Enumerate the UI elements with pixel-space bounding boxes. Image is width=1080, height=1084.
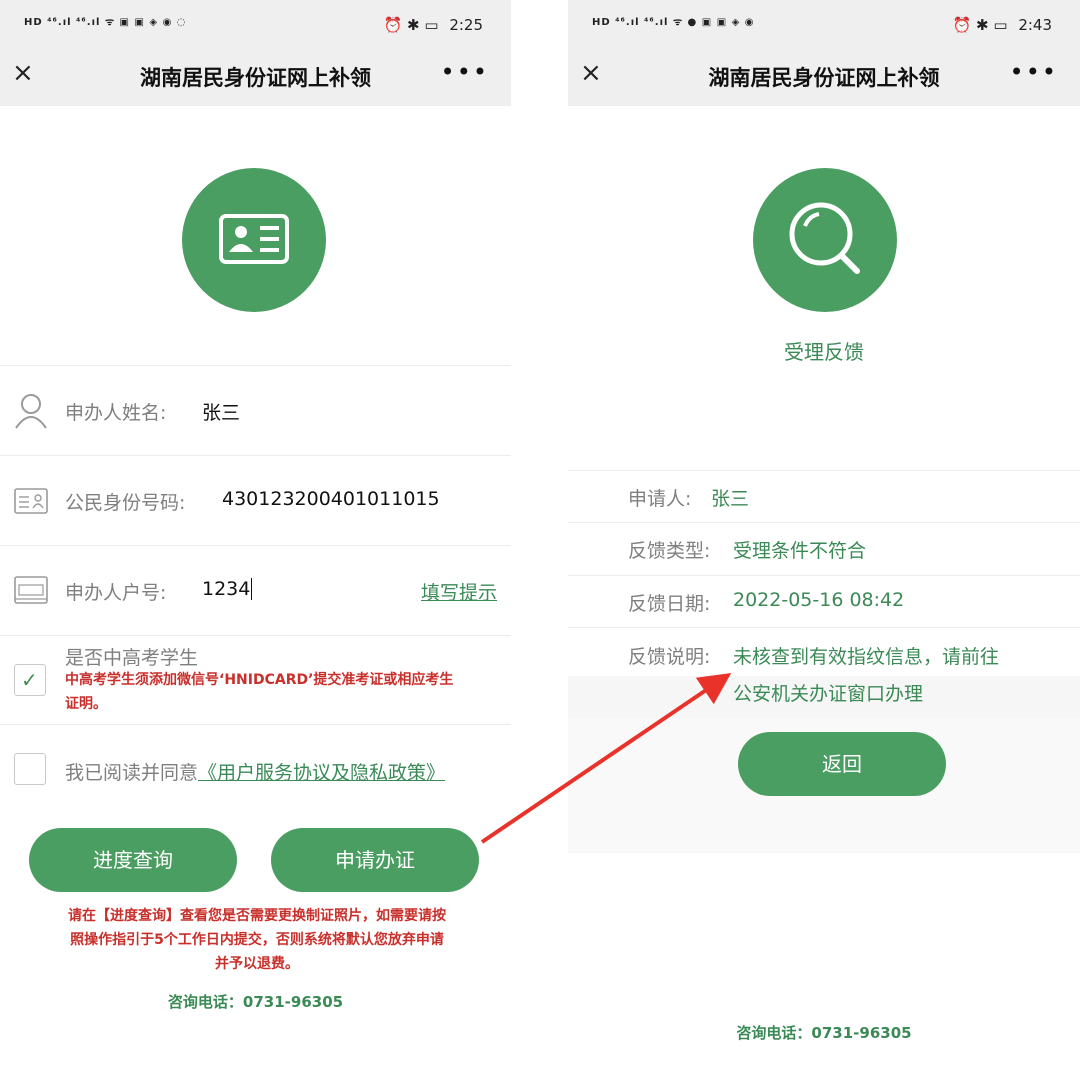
title-bar: × 湖南居民身份证网上补领 ••• (0, 52, 511, 106)
status-time: 2:43 (1018, 16, 1052, 34)
agreement-link[interactable]: 《用户服务协议及隐私政策》 (198, 762, 445, 784)
agreement-checkbox[interactable] (14, 753, 46, 785)
divider (568, 470, 1080, 471)
notice-line: 请在【进度查询】查看您是否需要更换制证照片，如需要请按 (68, 908, 446, 924)
applicant-name-input[interactable]: 张三 (202, 398, 240, 425)
status-icons-right: ⏰ ✱ ▭ 2:25 (384, 16, 483, 34)
feedback-date-label: 反馈日期: (628, 593, 711, 615)
feedback-desc-line: 公安机关办证窗口办理 (733, 683, 924, 705)
status-time: 2:25 (449, 16, 483, 34)
feedback-date-value: 2022-05-16 08:42 (733, 589, 905, 611)
notice-line: 照操作指引于5个工作日内提交，否则系统将默认您放弃申请 (70, 932, 444, 948)
consult-phone[interactable]: 咨询电话：0731-96305 (568, 1022, 1080, 1043)
applicant-name-label: 申办人姓名: (65, 402, 167, 424)
status-bar: HD ⁴⁶.ıl ⁴⁶.ıl ᯤ ▣ ▣ ◈ ◉ ◌ ⏰ ✱ ▭ 2:25 (0, 0, 511, 52)
divider (0, 455, 511, 456)
consult-phone[interactable]: 咨询电话：0731-96305 (0, 991, 511, 1012)
divider (568, 627, 1080, 628)
student-question-label: 是否中高考学生 (65, 647, 199, 669)
student-checkbox[interactable]: ✓ (14, 664, 46, 696)
left-phone-screen: HD ⁴⁶.ıl ⁴⁶.ıl ᯤ ▣ ▣ ◈ ◉ ◌ ⏰ ✱ ▭ 2:25 × … (0, 0, 511, 1084)
divider (0, 635, 511, 636)
notice-line: 并予以退费。 (215, 956, 299, 972)
checkmark-icon: ✓ (21, 668, 38, 692)
title-bar: × 湖南居民身份证网上补领 ••• (568, 52, 1080, 106)
id-card-badge (182, 168, 326, 312)
status-system-icons: ⏰ ✱ ▭ (383, 16, 439, 34)
feedback-type-label: 反馈类型: (628, 540, 711, 562)
household-number-input[interactable]: 1234 (202, 578, 253, 600)
id-card-small-icon (14, 488, 48, 514)
divider (568, 575, 1080, 576)
right-phone-screen: HD ⁴⁶.ıl ⁴⁶.ıl ᯤ ● ▣ ▣ ◈ ◉ ⏰ ✱ ▭ 2:43 × … (568, 0, 1080, 1084)
apply-button[interactable]: 申请办证 (271, 828, 479, 892)
feedback-heading: 受理反馈 (784, 340, 864, 364)
progress-query-button[interactable]: 进度查询 (29, 828, 237, 892)
user-icon (15, 394, 47, 429)
applicant-label: 申请人: (628, 488, 692, 510)
id-number-input[interactable]: 430123200401011015 (222, 488, 440, 510)
fill-hint-link[interactable]: 填写提示 (421, 578, 497, 605)
household-register-icon (14, 576, 48, 604)
status-bar: HD ⁴⁶.ıl ⁴⁶.ıl ᯤ ● ▣ ▣ ◈ ◉ ⏰ ✱ ▭ 2:43 (568, 0, 1080, 52)
id-number-label: 公民身份号码: (65, 492, 186, 514)
student-note-line: 证明。 (65, 696, 107, 712)
page-title: 湖南居民身份证网上补领 (140, 66, 371, 90)
agreement-label: 我已阅读并同意《用户服务协议及隐私政策》 (65, 758, 445, 785)
agreement-prefix: 我已阅读并同意 (65, 762, 199, 784)
status-icons-left: HD ⁴⁶.ıl ⁴⁶.ıl ᯤ ▣ ▣ ◈ ◉ ◌ (24, 17, 187, 28)
back-button[interactable]: 返回 (738, 732, 946, 796)
status-system-icons: ⏰ ✱ ▭ (952, 16, 1008, 34)
search-icon (789, 202, 860, 274)
feedback-type-value: 受理条件不符合 (733, 540, 867, 562)
student-note: 中高考学生须添加微信号‘HNIDCARD’提交准考证或相应考生 证明。 (65, 668, 453, 716)
household-number-label: 申办人户号: (65, 582, 167, 604)
divider (0, 724, 511, 725)
search-badge (753, 168, 897, 312)
page-title: 湖南居民身份证网上补领 (708, 66, 940, 90)
more-menu-icon[interactable]: ••• (441, 58, 489, 86)
divider (0, 365, 511, 366)
divider (0, 545, 511, 546)
divider (568, 522, 1080, 523)
progress-notice: 请在【进度查询】查看您是否需要更换制证照片，如需要请按 照操作指引于5个工作日内… (18, 904, 496, 976)
id-card-icon (219, 214, 289, 264)
feedback-desc-label: 反馈说明: (628, 646, 711, 668)
more-menu-icon[interactable]: ••• (1010, 58, 1058, 86)
student-note-line: 中高考学生须添加微信号‘HNIDCARD’提交准考证或相应考生 (65, 672, 454, 688)
status-icons-left: HD ⁴⁶.ıl ⁴⁶.ıl ᯤ ● ▣ ▣ ◈ ◉ (592, 17, 755, 28)
status-icons-right: ⏰ ✱ ▭ 2:43 (953, 16, 1052, 34)
feedback-desc-line: 未核查到有效指纹信息，请前往 (733, 646, 1000, 668)
applicant-value: 张三 (711, 488, 750, 510)
